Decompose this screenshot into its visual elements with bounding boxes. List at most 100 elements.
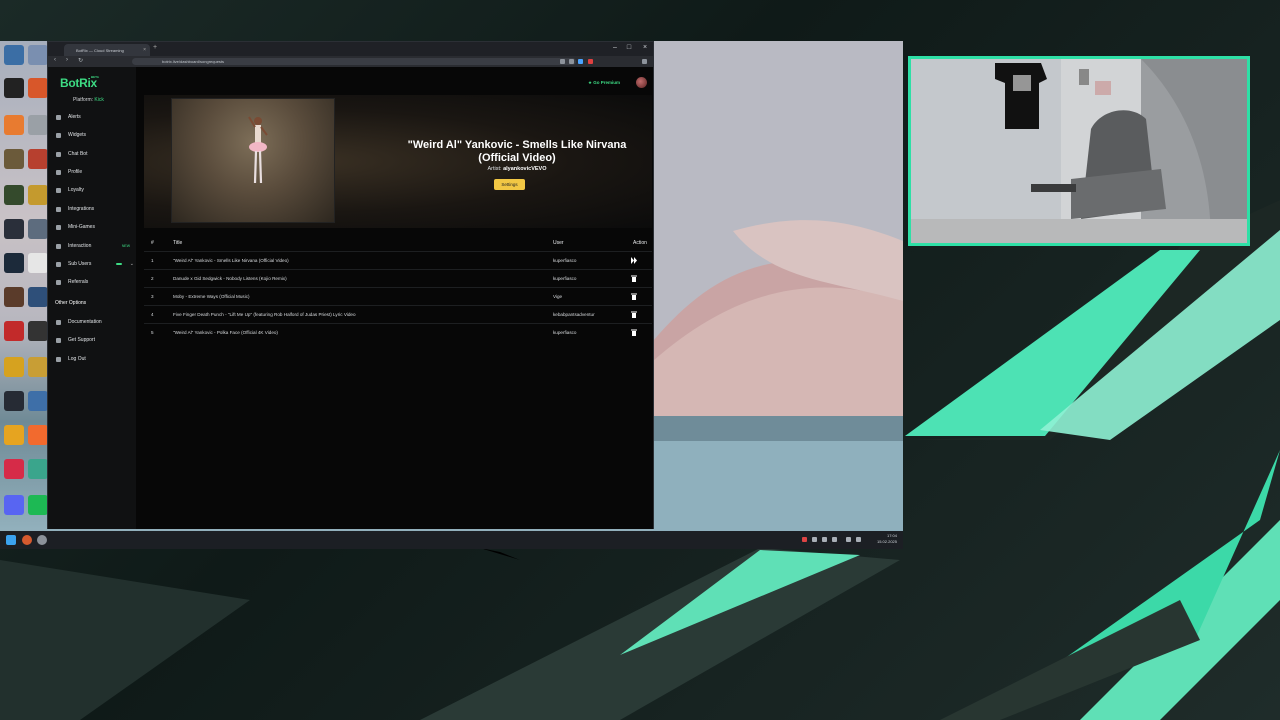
desktop-icon[interactable] bbox=[4, 425, 24, 445]
desktop-icon[interactable] bbox=[28, 149, 48, 169]
desktop-icon[interactable] bbox=[28, 459, 48, 479]
desktop-icon[interactable] bbox=[4, 115, 24, 135]
tray-icon[interactable] bbox=[812, 537, 817, 542]
clock-date: 15.02.2025 bbox=[876, 539, 897, 544]
desktop-icon[interactable] bbox=[28, 287, 48, 307]
sidebar-item-alerts[interactable]: Alerts bbox=[56, 112, 134, 122]
sidebar-item-loyalty[interactable]: Loyalty bbox=[56, 185, 134, 195]
sidebar-item-widgets[interactable]: Widgets bbox=[56, 130, 134, 140]
wallpaper-dunes bbox=[653, 41, 903, 531]
chevron-down-icon[interactable]: ⌄ bbox=[130, 259, 134, 269]
tab-close-icon[interactable]: × bbox=[143, 47, 146, 53]
desktop-icon[interactable] bbox=[28, 185, 48, 205]
sidebar-item-integrations[interactable]: Integrations bbox=[56, 204, 134, 214]
desktop-icon[interactable] bbox=[28, 45, 48, 65]
desktop-icon[interactable] bbox=[28, 495, 48, 515]
desktop-icon[interactable] bbox=[4, 78, 24, 98]
artist-name: alyankovicVEVO bbox=[503, 166, 547, 172]
row-user: kuperfiasco bbox=[553, 258, 577, 263]
desktop-icon[interactable] bbox=[4, 321, 24, 341]
desktop-icon[interactable] bbox=[28, 357, 48, 377]
desktop-icon[interactable] bbox=[4, 185, 24, 205]
video-thumbnail[interactable] bbox=[171, 98, 335, 223]
desktop-icon[interactable] bbox=[4, 391, 24, 411]
forward-icon[interactable]: › bbox=[66, 57, 68, 63]
avatar[interactable] bbox=[636, 77, 647, 88]
desktop-icon[interactable] bbox=[28, 321, 48, 341]
start-icon[interactable] bbox=[6, 535, 16, 545]
desktop-icon[interactable] bbox=[4, 495, 24, 515]
go-premium-button[interactable]: ★ Go Premium bbox=[588, 80, 620, 86]
user-icon bbox=[56, 170, 61, 175]
sidebar-item-log-out[interactable]: Log Out bbox=[56, 354, 134, 364]
sidebar-item-sub-users[interactable]: Sub Users ⌄ bbox=[56, 259, 134, 269]
go-premium-label: Go Premium bbox=[593, 80, 621, 85]
tray-icon[interactable] bbox=[802, 537, 807, 542]
desktop-icon[interactable] bbox=[4, 459, 24, 479]
trash-icon[interactable] bbox=[631, 275, 637, 282]
desktop-icon[interactable] bbox=[28, 219, 48, 239]
bookmark-star-icon[interactable] bbox=[578, 59, 583, 64]
desktop-icon[interactable] bbox=[28, 78, 48, 98]
desktop: BotRix — Cloud Streaming × + – □ × ‹ › ↻… bbox=[0, 41, 903, 549]
row-number: 2 bbox=[151, 276, 154, 281]
book-icon bbox=[56, 320, 61, 325]
sidebar-item-label: Interaction bbox=[68, 243, 92, 249]
browser-tab[interactable]: BotRix — Cloud Streaming × bbox=[64, 44, 150, 56]
volume-icon[interactable] bbox=[856, 537, 861, 542]
settings-taskbar-icon[interactable] bbox=[37, 535, 47, 545]
extension-icon[interactable] bbox=[560, 59, 565, 64]
close-window-button[interactable]: × bbox=[638, 44, 652, 51]
desktop-icon[interactable] bbox=[4, 253, 24, 273]
desktop-icon[interactable] bbox=[4, 149, 24, 169]
desktop-icon[interactable] bbox=[4, 287, 24, 307]
tray-icon[interactable] bbox=[822, 537, 827, 542]
browser-tab-bar: BotRix — Cloud Streaming × + – □ × bbox=[48, 42, 653, 56]
sidebar-item-mini-games[interactable]: Mini-Games bbox=[56, 222, 134, 232]
sidebar-item-profile[interactable]: Profile bbox=[56, 167, 134, 177]
row-number: 5 bbox=[151, 330, 154, 335]
dancer-figure bbox=[248, 116, 268, 184]
skip-icon[interactable] bbox=[631, 257, 637, 264]
browser-window: BotRix — Cloud Streaming × + – □ × ‹ › ↻… bbox=[47, 41, 654, 529]
trash-icon[interactable] bbox=[631, 329, 637, 336]
browser-taskbar-icon[interactable] bbox=[22, 535, 32, 545]
tray-icon[interactable] bbox=[832, 537, 837, 542]
desktop-icon[interactable] bbox=[4, 45, 24, 65]
sidebar-item-label: Profile bbox=[68, 169, 83, 175]
table-row: 1 "Weird Al" Yankovic - Smells Like Nirv… bbox=[144, 251, 652, 269]
desktop-icon[interactable] bbox=[28, 425, 48, 445]
desktop-icon[interactable] bbox=[28, 115, 48, 135]
sidebar-item-chat-bot[interactable]: Chat Bot bbox=[56, 149, 134, 159]
sidebar-item-interaction[interactable]: Interaction NEW bbox=[56, 241, 134, 251]
sidebar-item-label: Documentation bbox=[68, 319, 102, 325]
maximize-button[interactable]: □ bbox=[622, 44, 636, 51]
trash-icon[interactable] bbox=[631, 293, 637, 300]
new-tab-button[interactable]: + bbox=[153, 44, 157, 51]
back-icon[interactable]: ‹ bbox=[54, 57, 56, 63]
sidebar-item-label: Integrations bbox=[68, 206, 95, 212]
reload-icon[interactable]: ↻ bbox=[78, 57, 83, 64]
desktop-icon[interactable] bbox=[28, 391, 48, 411]
taskbar-clock[interactable]: 17:04 15.02.2025 bbox=[877, 533, 897, 545]
desktop-icon[interactable] bbox=[28, 253, 48, 273]
minimize-button[interactable]: – bbox=[608, 44, 622, 51]
desktop-icon[interactable] bbox=[4, 219, 24, 239]
settings-button[interactable]: Settings bbox=[494, 179, 525, 190]
sidebar-item-get-support[interactable]: Get Support bbox=[56, 335, 134, 345]
wifi-icon[interactable] bbox=[846, 537, 851, 542]
extension-icon[interactable] bbox=[588, 59, 593, 64]
sidebar-item-label: Referrals bbox=[68, 279, 89, 285]
star-icon bbox=[56, 188, 61, 193]
sidebar-item-label: Mini-Games bbox=[68, 224, 95, 230]
sidebar-item-label: Sub Users bbox=[68, 261, 92, 267]
sidebar-item-referrals[interactable]: Referrals bbox=[56, 277, 134, 287]
desktop-icon[interactable] bbox=[4, 357, 24, 377]
sidebar-item-documentation[interactable]: Documentation bbox=[56, 317, 134, 327]
address-bar[interactable]: botrix.live/dashboard/songrequests bbox=[132, 58, 576, 65]
now-playing-title: "Weird Al" Yankovic - Smells Like Nirvan… bbox=[407, 139, 627, 164]
extension-icon[interactable] bbox=[569, 59, 574, 64]
platform-value[interactable]: Kick bbox=[94, 97, 103, 103]
menu-icon[interactable] bbox=[642, 59, 647, 64]
trash-icon[interactable] bbox=[631, 311, 637, 318]
